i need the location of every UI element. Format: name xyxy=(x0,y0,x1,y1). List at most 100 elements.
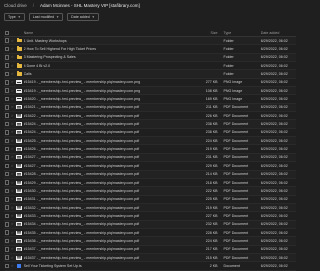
file-name: 1 Unit. Mastery Workshops xyxy=(23,38,67,43)
breadcrumb-current-folder[interactable]: Adam Mcinnes - SHL Mastery VIP [stafibra… xyxy=(40,3,140,8)
breadcrumb-cloud-drive[interactable]: Cloud drive xyxy=(4,3,27,8)
pdf-file-icon xyxy=(15,105,24,110)
file-date-added: 6/29/2022, 06:02 xyxy=(260,197,288,202)
table-row[interactable]: ☆ #15431 - _membership-hmi-preview_ - mem… xyxy=(4,196,296,204)
file-size: 2 KB xyxy=(209,263,218,268)
file-date-added: 6/29/2022, 06:02 xyxy=(260,72,288,77)
pdf-file-icon xyxy=(15,155,24,160)
file-name: #15426 - _membership-hmi-preview_ - memb… xyxy=(23,147,140,152)
pdf-file-icon xyxy=(15,222,24,227)
folder-icon xyxy=(15,38,24,43)
file-type: PDF Document xyxy=(223,122,249,127)
file-name: #15428 - _membership-hmi-preview_ - memb… xyxy=(23,172,140,177)
table-row[interactable]: ☆ #15427 - _membership-hmi-preview_ - mem… xyxy=(4,162,296,171)
document-file-icon xyxy=(15,263,24,269)
filter-date-added[interactable]: Date added ▼ xyxy=(67,13,99,21)
file-type: Document xyxy=(223,263,240,268)
file-date-added: 6/29/2022, 06:02 xyxy=(260,180,288,185)
table-row[interactable]: ☆ #15422 - _membership-hmi-preview_ - mem… xyxy=(4,112,296,121)
filter-type-label: Type xyxy=(8,15,16,19)
column-name-header[interactable]: Name xyxy=(24,31,198,35)
file-size: 108 KB xyxy=(205,88,218,93)
file-name: #15431 - _membership-hmi-preview_ - memb… xyxy=(23,197,140,202)
file-date-added: 6/29/2022, 06:02 xyxy=(260,88,288,93)
table-row[interactable]: ☆ #15419 - _membership-hmi-preview_ - mem… xyxy=(4,79,296,88)
file-date-added: 6/29/2022, 06:02 xyxy=(260,222,288,227)
table-row[interactable]: ☆ #15433 - _membership-hmi-preview_ - mem… xyxy=(4,212,296,221)
chevron-down-icon: ▼ xyxy=(56,15,60,19)
table-row[interactable]: ☆ #15419 - _membership-hmi-preview_ - mem… xyxy=(4,87,296,96)
table-body: ☆ 1 Unit. Mastery Workshops Folder 6/29/202… xyxy=(4,37,296,271)
file-size: 228 KB xyxy=(205,230,218,235)
pdf-file-icon xyxy=(15,147,24,152)
table-row[interactable]: ☆ #15424 - _membership-hmi-preview_ - mem… xyxy=(4,120,296,129)
table-row[interactable]: ☆ #15425 - _membership-hmi-preview_ - mem… xyxy=(4,137,296,146)
pdf-file-icon xyxy=(15,238,24,243)
file-name: Sell Your Ticketing System Set Up.ts xyxy=(23,263,82,268)
pdf-file-icon xyxy=(15,138,24,143)
file-date-added: 6/29/2022, 06:02 xyxy=(260,80,288,85)
table-row[interactable]: ☆ #15437 - _membership-hmi-preview_ - mem… xyxy=(4,246,296,254)
file-date-added: 6/29/2022, 06:02 xyxy=(260,172,288,177)
file-name: #15432 - _membership-hmi-preview_ - memb… xyxy=(23,205,140,210)
file-name: #15436 - _membership-hmi-preview_ - memb… xyxy=(23,238,140,243)
table-row[interactable]: ☆ #15437 - _membership-hmi-preview_ - mem… xyxy=(4,253,296,263)
file-type: PDF Document xyxy=(223,113,249,118)
file-type: PDF Document xyxy=(223,238,249,243)
file-type: PDF Document xyxy=(223,130,249,135)
file-size: 226 KB xyxy=(205,113,218,118)
table-row[interactable]: ☆ #15434 - _membership-hmi-preview_ - mem… xyxy=(4,220,296,229)
image-file-icon xyxy=(15,80,24,85)
image-file-icon xyxy=(15,97,24,102)
file-date-added: 6/29/2022, 06:02 xyxy=(260,38,288,43)
table-row[interactable]: ☆ #15430 - _membership-hmi-preview_ - mem… xyxy=(4,187,296,196)
table-row[interactable]: ☆ Calls Folder 6/29/2022, 06:02 xyxy=(4,70,296,79)
file-date-added: 6/29/2022, 06:02 xyxy=(260,113,288,118)
table-row[interactable]: ☆ #15426 - _membership-hmi-preview_ - mem… xyxy=(4,145,296,154)
file-name: #15427 - _membership-hmi-preview_ - memb… xyxy=(23,155,140,160)
file-type: Folder xyxy=(223,63,234,68)
column-date-header[interactable]: Date added xyxy=(261,31,296,35)
file-size: 169 KB xyxy=(205,97,218,102)
file-type: PDF Document xyxy=(223,255,249,260)
file-type: PDF Document xyxy=(223,180,249,185)
table-row[interactable]: ☆ 1 Unit. Mastery Workshops Folder 6/29/202… xyxy=(4,37,296,46)
column-type-header[interactable]: Type xyxy=(224,31,261,35)
pdf-file-icon xyxy=(15,188,24,193)
file-type: PDF Document xyxy=(223,138,249,143)
table-row[interactable]: ☆ 4 Done 4 Bi v2.0 Folder 6/29/2022, 06:02 xyxy=(4,62,296,71)
file-date-added: 6/29/2022, 06:02 xyxy=(260,163,288,168)
file-name: Calls xyxy=(23,72,32,77)
table-row[interactable]: ☆ 2 How To Sell Highend For High Ticket P… xyxy=(4,45,296,54)
table-row[interactable]: ☆ Sell Your Ticketing System Set Up.ts 2 K… xyxy=(4,262,296,271)
table-row[interactable]: ☆ #15424 - _membership-hmi-preview_ - mem… xyxy=(4,129,296,138)
filter-type[interactable]: Type ▼ xyxy=(4,13,25,21)
file-name: 2 How To Sell Highend For High Ticket Pr… xyxy=(23,47,97,52)
file-type: PDF Document xyxy=(223,172,249,177)
pdf-file-icon xyxy=(15,172,24,177)
file-date-added: 6/29/2022, 06:02 xyxy=(260,230,288,235)
column-size-header[interactable]: Size xyxy=(198,31,224,35)
file-name: #15429 - _membership-hmi-preview_ - memb… xyxy=(23,180,140,185)
table-row[interactable]: ☆ #15432 - _membership-hmi-preview_ - mem… xyxy=(4,203,296,213)
file-size: 238 KB xyxy=(205,130,218,135)
table-row[interactable]: ☆ #15427 - _membership-hmi-preview_ - mem… xyxy=(4,153,296,163)
file-type: PNG Image xyxy=(223,97,243,102)
table-row[interactable]: ☆ #15421 - _membership-hmi-preview_ - mem… xyxy=(4,103,296,113)
table-row[interactable]: ☆ #15436 - _membership-hmi-preview_ - mem… xyxy=(4,237,296,246)
pdf-file-icon xyxy=(15,113,24,118)
file-name: 3 Mastering Prospecting & Sales xyxy=(23,55,76,60)
file-name: #15422 - _membership-hmi-preview_ - memb… xyxy=(23,113,140,118)
file-date-added: 6/29/2022, 06:02 xyxy=(260,147,288,152)
folder-icon xyxy=(15,46,24,51)
table-row[interactable]: ☆ 3 Mastering Prospecting & Sales Folder 6/… xyxy=(4,53,296,63)
table-row[interactable]: ☆ #15420 - _membership-hmi-preview_ - mem… xyxy=(4,95,296,104)
filter-last-modified-label: Last modified xyxy=(32,15,55,19)
filter-last-modified[interactable]: Last modified ▼ xyxy=(28,13,64,21)
table-row[interactable]: ☆ #15435 - _membership-hmi-preview_ - mem… xyxy=(4,229,296,238)
file-size: 215 KB xyxy=(205,255,218,260)
table-row[interactable]: ☆ #15428 - _membership-hmi-preview_ - mem… xyxy=(4,170,296,179)
select-all-checkbox[interactable] xyxy=(4,30,10,36)
file-date-added: 6/29/2022, 06:02 xyxy=(260,263,288,268)
table-row[interactable]: ☆ #15429 - _membership-hmi-preview_ - mem… xyxy=(4,179,296,188)
